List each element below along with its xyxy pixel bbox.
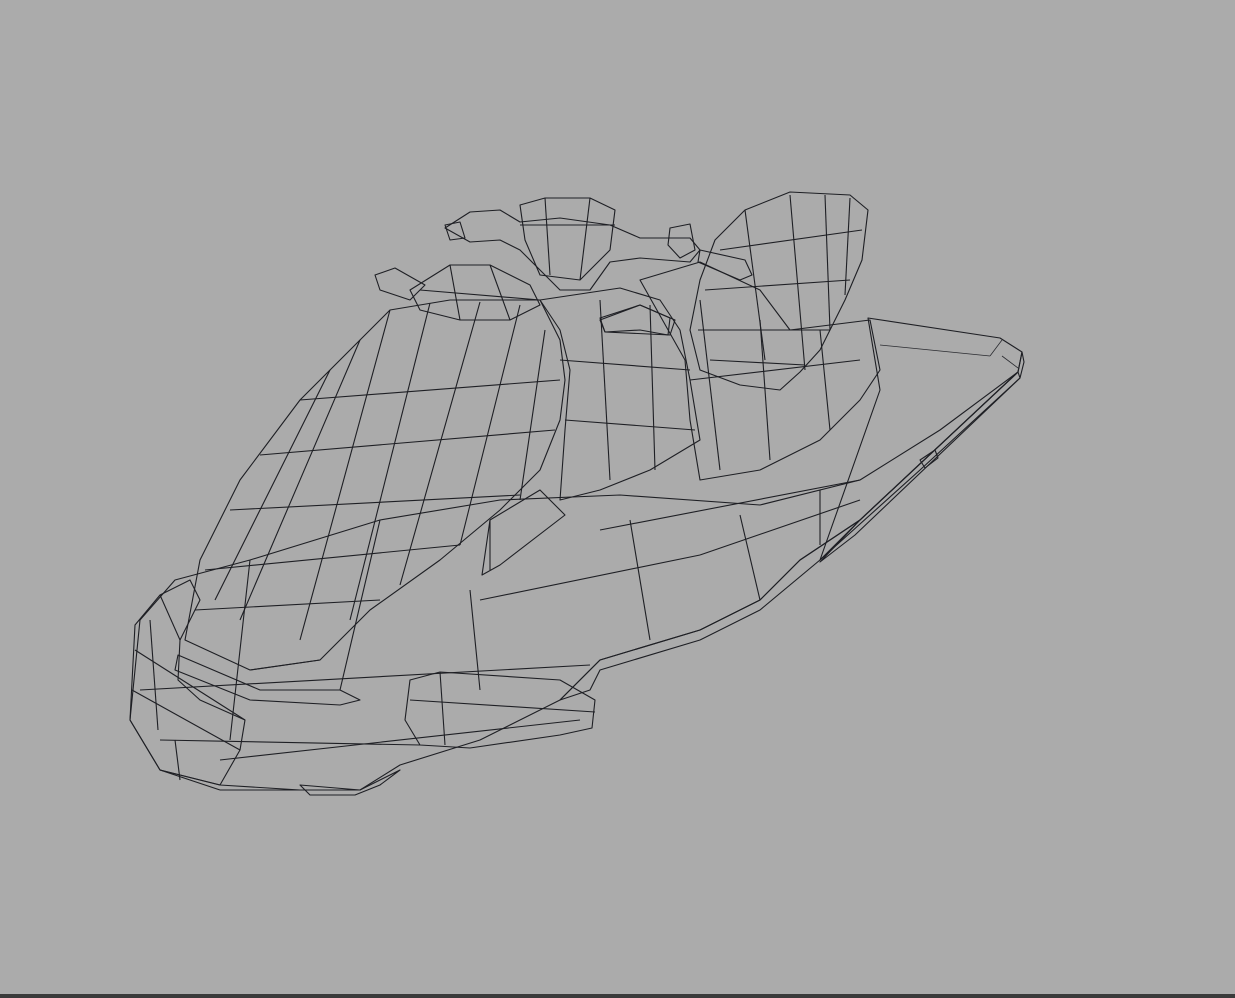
3d-viewport[interactable] (0, 0, 1235, 998)
jet-ski-model (129, 191, 1025, 796)
viewport-bottom-border (0, 994, 1235, 998)
right-mirror (599, 304, 671, 336)
handlebar (444, 197, 753, 291)
gauge-pod (409, 264, 541, 321)
nose-bumper (129, 579, 361, 786)
dashboard (539, 287, 701, 501)
footwell (639, 261, 881, 481)
hull (129, 371, 1021, 791)
seat (689, 191, 869, 391)
hood (184, 299, 566, 671)
left-mirror (374, 267, 426, 301)
rear-deck (819, 317, 1025, 563)
side-vent (481, 489, 566, 576)
